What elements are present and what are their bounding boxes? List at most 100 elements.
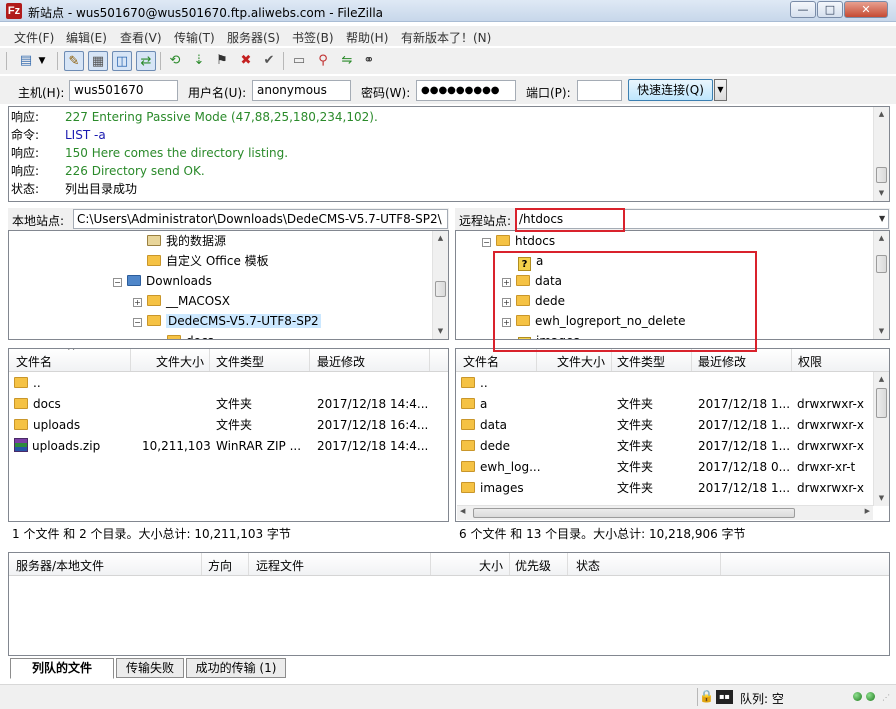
column-header-size[interactable]: 大小: [479, 557, 503, 574]
column-divider[interactable]: [429, 349, 430, 371]
column-header-size[interactable]: 文件大小: [557, 353, 605, 370]
column-divider[interactable]: [720, 553, 721, 575]
tab-queued-files[interactable]: 列队的文件: [10, 658, 114, 679]
column-header-permissions[interactable]: 权限: [798, 353, 822, 370]
scroll-up-icon[interactable]: ▲: [874, 107, 889, 122]
tree-item[interactable]: 自定义 Office 模板: [147, 251, 269, 271]
table-row[interactable]: images 文件夹 2017/12/18 1... drwxrwxr-x: [456, 478, 873, 499]
tree-item[interactable]: + __MACOSX: [133, 291, 230, 311]
column-header-modified[interactable]: 最近修改: [698, 353, 746, 370]
toggle-queue-icon[interactable]: ⇄: [136, 51, 156, 71]
scroll-thumb[interactable]: [876, 255, 887, 273]
disconnect-icon[interactable]: ✖: [236, 51, 256, 71]
column-divider[interactable]: [248, 553, 249, 575]
scroll-down-icon[interactable]: ▼: [874, 324, 889, 339]
dropdown-arrow-icon[interactable]: ▼: [36, 51, 48, 71]
scroll-up-icon[interactable]: ▲: [874, 231, 889, 246]
column-header-filename[interactable]: 文件名: [16, 353, 52, 370]
password-input[interactable]: ●●●●●●●●●: [416, 80, 516, 101]
sync-browse-icon[interactable]: ⇋: [337, 51, 357, 71]
local-tree-scrollbar[interactable]: ▲ ▼: [432, 231, 448, 339]
column-header-server-local-file[interactable]: 服务器/本地文件: [16, 557, 104, 574]
toggle-local-tree-icon[interactable]: ▦: [88, 51, 108, 71]
scroll-right-icon[interactable]: ▶: [865, 507, 870, 515]
table-row[interactable]: ..: [456, 373, 873, 394]
column-divider[interactable]: [130, 349, 131, 371]
table-row[interactable]: ewh_log... 文件夹 2017/12/18 0... drwxr-xr-…: [456, 457, 873, 478]
toggle-log-icon[interactable]: ✎: [64, 51, 84, 71]
column-divider[interactable]: [309, 349, 310, 371]
port-input[interactable]: [577, 80, 622, 101]
column-divider[interactable]: [430, 553, 431, 575]
scroll-thumb[interactable]: [473, 508, 795, 518]
open-filter-icon[interactable]: ▭: [289, 51, 309, 71]
menu-new-version[interactable]: 有新版本了！(N): [401, 29, 491, 46]
column-divider[interactable]: [567, 553, 568, 575]
table-row[interactable]: docs 文件夹 2017/12/18 14:4...: [9, 394, 448, 415]
quickconnect-button[interactable]: 快速连接(Q): [628, 79, 713, 101]
menu-help[interactable]: 帮助(H): [346, 29, 388, 46]
tree-item[interactable]: − htdocs: [482, 231, 555, 251]
scroll-thumb[interactable]: [876, 388, 887, 418]
tab-successful-transfers[interactable]: 成功的传输 (1): [186, 658, 286, 678]
scroll-down-icon[interactable]: ▼: [874, 491, 889, 506]
host-input[interactable]: wus501670: [69, 80, 178, 101]
remote-file-hscrollbar[interactable]: ◀ ▶: [457, 505, 873, 520]
search-icon[interactable]: ⚭: [359, 51, 379, 71]
column-divider[interactable]: [209, 349, 210, 371]
username-input[interactable]: anonymous: [252, 80, 351, 101]
expand-icon[interactable]: +: [133, 298, 142, 307]
menu-transfer[interactable]: 传输(T): [174, 29, 215, 46]
column-header-type[interactable]: 文件类型: [617, 353, 665, 370]
column-header-priority[interactable]: 优先级: [515, 557, 551, 574]
menu-bookmarks[interactable]: 书签(B): [292, 29, 334, 46]
toggle-compare-icon[interactable]: ⚲: [313, 51, 333, 71]
scroll-down-icon[interactable]: ▼: [874, 186, 889, 201]
column-header-direction[interactable]: 方向: [208, 557, 232, 574]
log-scrollbar[interactable]: ▲ ▼: [873, 107, 889, 201]
table-row[interactable]: data 文件夹 2017/12/18 1... drwxrwxr-x: [456, 415, 873, 436]
column-header-remote-file[interactable]: 远程文件: [256, 557, 304, 574]
collapse-icon[interactable]: −: [133, 318, 142, 327]
column-header-size[interactable]: 文件大小: [156, 353, 204, 370]
menu-file[interactable]: 文件(F): [14, 29, 54, 46]
column-divider[interactable]: [201, 553, 202, 575]
tab-failed-transfers[interactable]: 传输失败: [116, 658, 184, 678]
remote-file-scrollbar[interactable]: ▲ ▼: [873, 372, 889, 506]
menu-server[interactable]: 服务器(S): [227, 29, 280, 46]
menu-view[interactable]: 查看(V): [120, 29, 162, 46]
scroll-left-icon[interactable]: ◀: [460, 507, 465, 515]
minimize-button[interactable]: —: [790, 1, 816, 18]
site-manager-icon[interactable]: ▤: [16, 51, 36, 71]
scroll-up-icon[interactable]: ▲: [433, 231, 448, 246]
scroll-down-icon[interactable]: ▼: [433, 324, 448, 339]
cancel-icon[interactable]: ⚑: [212, 51, 232, 71]
refresh-icon[interactable]: ⟲: [165, 51, 185, 71]
maximize-button[interactable]: □: [817, 1, 843, 18]
column-divider[interactable]: [509, 553, 510, 575]
column-divider[interactable]: [791, 349, 792, 371]
close-button[interactable]: ✕: [844, 1, 888, 18]
table-row[interactable]: uploads 文件夹 2017/12/18 16:4...: [9, 415, 448, 436]
collapse-icon[interactable]: −: [113, 278, 122, 287]
collapse-icon[interactable]: −: [482, 238, 491, 247]
column-header-modified[interactable]: 最近修改: [317, 353, 365, 370]
column-divider[interactable]: [536, 349, 537, 371]
reconnect-icon[interactable]: ✔: [259, 51, 279, 71]
resize-grip-icon[interactable]: ⋰: [882, 693, 890, 702]
table-row[interactable]: dede 文件夹 2017/12/18 1... drwxrwxr-x: [456, 436, 873, 457]
table-row[interactable]: ..: [9, 373, 448, 394]
scroll-up-icon[interactable]: ▲: [874, 372, 889, 387]
column-header-status[interactable]: 状态: [576, 557, 600, 574]
process-queue-icon[interactable]: ⇣: [189, 51, 209, 71]
column-header-type[interactable]: 文件类型: [216, 353, 264, 370]
remote-tree-scrollbar[interactable]: ▲ ▼: [873, 231, 889, 339]
chevron-down-icon[interactable]: ▼: [879, 214, 885, 223]
tree-item[interactable]: − Downloads: [113, 271, 212, 291]
tree-item[interactable]: − DedeCMS-V5.7-UTF8-SP2: [133, 311, 321, 331]
scroll-thumb[interactable]: [876, 167, 887, 183]
table-row[interactable]: a 文件夹 2017/12/18 1... drwxrwxr-x: [456, 394, 873, 415]
menu-edit[interactable]: 编辑(E): [66, 29, 107, 46]
quickconnect-dropdown-icon[interactable]: ▼: [714, 79, 727, 101]
scroll-thumb[interactable]: [435, 281, 446, 297]
